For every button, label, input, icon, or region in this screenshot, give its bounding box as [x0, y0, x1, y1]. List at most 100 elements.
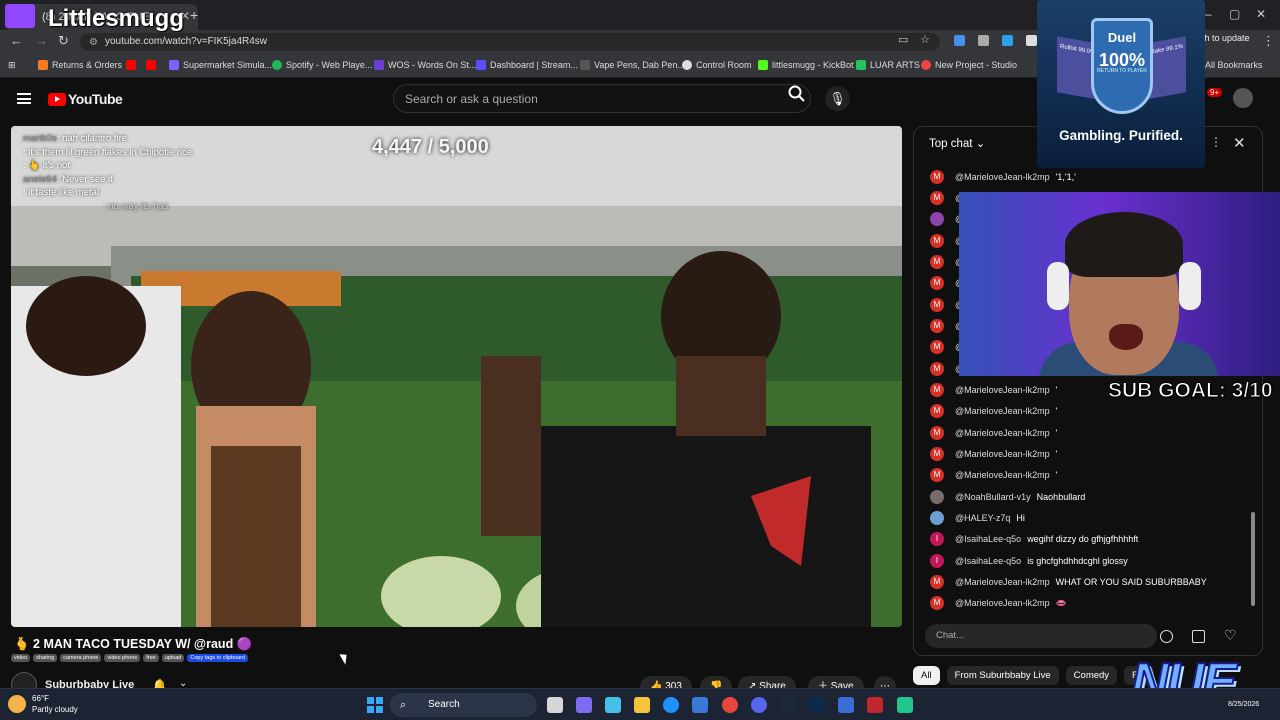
tag-chip[interactable]: upload	[161, 654, 185, 662]
chat-author-avatar[interactable]: M	[930, 233, 944, 248]
chat-author-avatar[interactable]: M	[930, 190, 944, 205]
file-explorer-icon[interactable]	[634, 697, 650, 713]
apps-icon[interactable]: ⊞	[8, 60, 16, 71]
steam-icon[interactable]	[780, 697, 796, 713]
chat-author-avatar[interactable]: I	[930, 532, 944, 547]
reload-icon[interactable]: ↻	[58, 33, 69, 49]
app-icon[interactable]	[867, 697, 883, 713]
youtube-logo[interactable]: YouTube	[48, 91, 123, 107]
chat-scrollbar[interactable]	[1251, 512, 1255, 606]
chat-author-avatar[interactable]	[930, 510, 944, 525]
chat-author-avatar[interactable]: M	[930, 596, 944, 611]
tag-chip[interactable]: free	[143, 654, 159, 662]
chip-all[interactable]: All	[913, 666, 940, 685]
chrome-icon[interactable]	[722, 697, 738, 713]
chat-author-avatar[interactable]: M	[930, 169, 944, 184]
bookmark-item[interactable]: WOS - Words On St...	[374, 60, 476, 70]
notepad-icon[interactable]	[838, 697, 854, 713]
chat-author-name[interactable]: @IsaihaLee-q5o	[955, 556, 1021, 566]
chat-author-name[interactable]: @NoahBullard-v1y	[955, 492, 1031, 502]
emoji-icon[interactable]	[1160, 630, 1173, 643]
notification-badge[interactable]: 9+	[1207, 88, 1223, 97]
account-avatar[interactable]	[1233, 88, 1253, 108]
chat-author-avatar[interactable]: M	[930, 254, 944, 269]
widgets-icon[interactable]	[576, 697, 592, 713]
taskbar-date[interactable]: 8/25/2026	[1228, 701, 1259, 708]
chat-author-avatar[interactable]: M	[930, 340, 944, 355]
chip-comedy[interactable]: Comedy	[1065, 666, 1118, 685]
chat-author-avatar[interactable]: M	[930, 276, 944, 291]
extension-icon[interactable]	[1026, 35, 1037, 46]
chat-author-avatar[interactable]	[930, 212, 944, 227]
tag-chip[interactable]: sharing	[33, 654, 58, 662]
forward-icon[interactable]: →	[35, 33, 48, 48]
tag-chip[interactable]: video	[11, 654, 31, 662]
youtube-favicon-icon[interactable]	[126, 60, 140, 70]
bookmark-item[interactable]: Supermarket Simula...	[169, 60, 272, 70]
close-window-icon[interactable]: ✕	[1256, 7, 1266, 21]
menu-icon[interactable]	[17, 93, 31, 104]
chat-author-avatar[interactable]: M	[930, 404, 944, 419]
weather-widget[interactable]: 66°F Partly cloudy	[8, 693, 78, 715]
tag-chip[interactable]: video phone	[104, 654, 141, 662]
search-icon[interactable]	[787, 84, 807, 104]
extension-icon[interactable]	[1002, 35, 1013, 46]
windows-start-icon[interactable]	[367, 697, 383, 713]
chat-author-avatar[interactable]: I	[930, 553, 944, 568]
copy-tags-button[interactable]: Copy tags to clipboard	[187, 654, 249, 662]
video-player[interactable]: 4,447 / 5,000 martk0s: nah cilantro fire…	[11, 126, 902, 627]
bookmark-item[interactable]: Returns & Orders	[38, 60, 122, 70]
chat-author-avatar[interactable]: M	[930, 361, 944, 376]
youtube-favicon-icon[interactable]	[146, 60, 160, 70]
bookmark-item[interactable]: Control Room	[682, 60, 752, 70]
minimize-icon[interactable]: –	[1205, 7, 1212, 21]
bookmark-item[interactable]: littlesmugg - KickBot	[758, 60, 854, 70]
maximize-icon[interactable]: ▢	[1229, 7, 1240, 21]
all-bookmarks-button[interactable]: All Bookmarks	[1205, 60, 1263, 70]
task-view-icon[interactable]	[547, 697, 563, 713]
discord-icon[interactable]	[751, 697, 767, 713]
heart-icon[interactable]: ♡	[1224, 627, 1237, 644]
chat-author-avatar[interactable]: M	[930, 318, 944, 333]
extension-icon[interactable]	[978, 35, 989, 46]
chat-input[interactable]: Chat...	[925, 624, 1157, 648]
chat-author-name[interactable]: @MarieloveJean-lk2mp	[955, 470, 1050, 480]
chat-author-avatar[interactable]: M	[930, 468, 944, 483]
chat-author-avatar[interactable]	[930, 489, 944, 504]
chat-author-avatar[interactable]: M	[930, 382, 944, 397]
chat-author-name[interactable]: @MarieloveJean-lk2mp	[955, 172, 1050, 182]
store-icon[interactable]	[692, 697, 708, 713]
chat-author-name[interactable]: @MarieloveJean-lk2mp	[955, 428, 1050, 438]
site-info-icon[interactable]: ⚙	[89, 34, 98, 52]
chat-more-icon[interactable]: ⋮	[1210, 135, 1222, 149]
app-icon[interactable]	[897, 697, 913, 713]
edge-icon[interactable]	[663, 697, 679, 713]
bookmark-item[interactable]: New Project - Studio	[921, 60, 1017, 70]
chat-author-name[interactable]: @HALEY-z7q	[955, 513, 1010, 523]
bookmark-item[interactable]: Spotify - Web Playe...	[272, 60, 372, 70]
microphone-icon[interactable]: 🎙	[825, 86, 850, 111]
close-chat-icon[interactable]: ✕	[1233, 134, 1246, 152]
chat-author-name[interactable]: @IsaihaLee-q5o	[955, 534, 1021, 544]
search-input[interactable]: Search or ask a question	[393, 84, 811, 113]
new-tab-icon[interactable]: +	[190, 7, 198, 23]
cast-icon[interactable]: ▭	[898, 33, 908, 46]
bookmark-item[interactable]: Dashboard | Stream...	[476, 60, 578, 70]
bookmark-item[interactable]: LUAR ARTS	[856, 60, 920, 70]
chat-author-name[interactable]: @MarieloveJean-lk2mp	[955, 385, 1050, 395]
chat-author-avatar[interactable]: M	[930, 446, 944, 461]
chat-author-avatar[interactable]: M	[930, 297, 944, 312]
chip-from-channel[interactable]: From Suburbbaby Live	[946, 666, 1059, 685]
copilot-icon[interactable]	[605, 697, 621, 713]
browser-menu-icon[interactable]: ⋮	[1262, 33, 1275, 49]
photoshop-icon[interactable]	[809, 697, 825, 713]
extension-icon[interactable]	[954, 35, 965, 46]
taskbar-search[interactable]: ⌕ Search	[390, 693, 537, 717]
bookmark-star-icon[interactable]: ☆	[920, 33, 930, 46]
chat-author-name[interactable]: @MarieloveJean-lk2mp	[955, 577, 1050, 587]
tag-chip[interactable]: camera phone	[60, 654, 102, 662]
bookmark-item[interactable]: Vape Pens, Dab Pen...	[580, 60, 685, 70]
chat-mode-dropdown[interactable]: Top chat ⌄	[929, 136, 985, 150]
chat-author-name[interactable]: @MarieloveJean-lk2mp	[955, 449, 1050, 459]
chat-author-avatar[interactable]: M	[930, 574, 944, 589]
